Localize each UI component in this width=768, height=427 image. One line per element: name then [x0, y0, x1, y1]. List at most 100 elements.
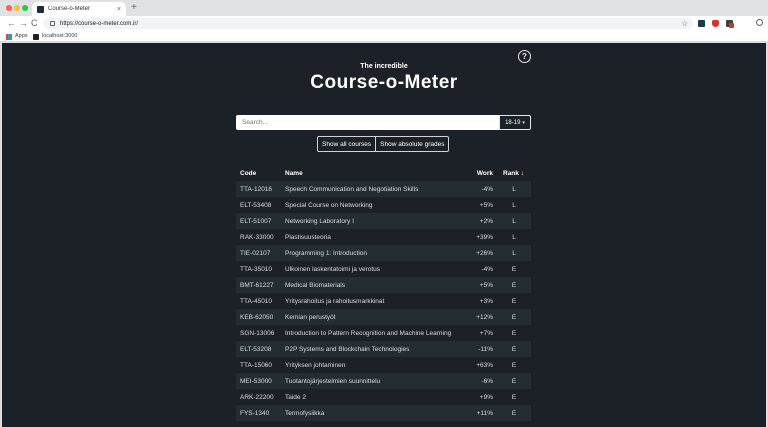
course-rank: E: [497, 341, 531, 357]
table-row[interactable]: BMT-61227 Medical Biomaterials +5% E: [236, 277, 531, 293]
help-button[interactable]: ?: [518, 50, 531, 63]
course-rank: L: [497, 197, 531, 213]
course-work: -6%: [467, 373, 497, 389]
column-header-code[interactable]: Code: [236, 165, 281, 181]
course-work: -4%: [467, 181, 497, 197]
course-name: Networking Laboratory I: [281, 213, 467, 229]
course-name: P2P Systems and Blockchain Technologies: [281, 341, 467, 357]
bookmark-label: Apps: [15, 33, 28, 39]
course-rank: L: [497, 181, 531, 197]
course-name: Taide 2: [281, 389, 467, 405]
course-code: ELT-51007: [236, 213, 281, 229]
column-header-work[interactable]: Work: [467, 165, 497, 181]
course-code: ELT-53208: [236, 341, 281, 357]
course-work: +11%: [467, 405, 497, 421]
extension-icon[interactable]: [698, 20, 705, 27]
year-dropdown-value: 18-19: [505, 119, 521, 126]
show-absolute-grades-button[interactable]: Show absolute grades: [376, 136, 450, 152]
bookmark-localhost[interactable]: localhost:3000: [33, 32, 77, 41]
course-name: Speech Communication and Negotiation Ski…: [281, 181, 467, 197]
minimize-window-button[interactable]: [14, 5, 20, 11]
table-row[interactable]: TTA-12016 Speech Communication and Negoti…: [236, 181, 531, 197]
course-name: Medical Biomaterials: [281, 277, 467, 293]
course-code: ELT-53408: [236, 197, 281, 213]
course-code: TTA-12016: [236, 181, 281, 197]
course-rank: L: [497, 213, 531, 229]
course-rank: E: [497, 309, 531, 325]
table-row[interactable]: ARK-22200 Taide 2 +9% E: [236, 389, 531, 405]
course-work: +63%: [467, 357, 497, 373]
table-row[interactable]: TTA-35010 Ulkoinen laskentatoimi ja verot…: [236, 261, 531, 277]
table-row[interactable]: ELT-51007 Networking Laboratory I +2% L: [236, 213, 531, 229]
column-header-name[interactable]: Name: [281, 165, 467, 181]
course-name: Introduction to Pattern Recognition and …: [281, 325, 467, 341]
page-content: ? The incredible Course-o-Meter 18-19 ▾ …: [2, 43, 766, 427]
course-code: FYS-1340: [236, 405, 281, 421]
show-all-courses-button[interactable]: Show all courses: [317, 136, 377, 152]
table-row[interactable]: RAK-33000 Plastisuusteoria +39% L: [236, 229, 531, 245]
close-window-button[interactable]: [6, 5, 12, 11]
new-tab-button[interactable]: +: [131, 2, 137, 14]
browser-window: Course-o-Meter × + ← → C https://course-…: [0, 0, 768, 427]
browser-menu-icon[interactable]: [756, 19, 763, 26]
course-work: +2%: [467, 213, 497, 229]
column-header-rank[interactable]: Rank ↓: [497, 165, 531, 181]
table-row[interactable]: ELT-53408 Special Course on Networking +5%…: [236, 197, 531, 213]
course-work: -11%: [467, 341, 497, 357]
url-text[interactable]: https://course-o-meter.com.ir/: [60, 21, 138, 27]
table-row[interactable]: ELT-53208 P2P Systems and Blockchain Tech…: [236, 341, 531, 357]
course-code: SGN-13006: [236, 325, 281, 341]
apps-grid-icon: [6, 33, 12, 40]
page-subtitle: The incredible: [360, 63, 408, 70]
course-rank: L: [497, 229, 531, 245]
courses-table: Code Name Work Rank ↓ TTA-12016 Speech Co…: [236, 165, 531, 421]
table-row[interactable]: TTA-45010 Yritysrahoitus ja rahoitusmarkk…: [236, 293, 531, 309]
page-title: Course-o-Meter: [310, 72, 458, 93]
course-rank: E: [497, 357, 531, 373]
course-name: Kemian perustyöt: [281, 309, 467, 325]
bookmark-apps[interactable]: Apps: [6, 32, 28, 41]
course-name: Ulkoinen laskentatoimi ja verotus: [281, 261, 467, 277]
course-work: +39%: [467, 229, 497, 245]
course-rank: E: [497, 405, 531, 421]
table-row[interactable]: FYS-1340 Termofysiikka +11% E: [236, 405, 531, 421]
browser-tab[interactable]: Course-o-Meter ×: [32, 2, 126, 16]
table-row[interactable]: TTA-15060 Yrityksen johtaminen +63% E: [236, 357, 531, 373]
tab-close-icon[interactable]: ×: [117, 6, 121, 13]
course-rank: E: [497, 389, 531, 405]
reload-icon[interactable]: C: [31, 17, 38, 30]
course-code: KEB-62050: [236, 309, 281, 325]
shield-extension-icon[interactable]: [712, 20, 719, 27]
bookmark-favicon-icon: [33, 33, 39, 40]
course-name: Tuotantojärjestelmien suunnittelu: [281, 373, 467, 389]
maximize-window-button[interactable]: [22, 5, 28, 11]
bookmark-label: localhost:3000: [42, 33, 78, 39]
course-work: +12%: [467, 309, 497, 325]
search-group: 18-19 ▾: [236, 115, 531, 130]
course-code: RAK-33000: [236, 229, 281, 245]
table-row[interactable]: KEB-62050 Kemian perustyöt +12% E: [236, 309, 531, 325]
browser-toolbar: ← → C https://course-o-meter.com.ir/ ☆: [0, 16, 768, 31]
course-rank: E: [497, 293, 531, 309]
course-rank: E: [497, 261, 531, 277]
course-rank: E: [497, 277, 531, 293]
address-bar[interactable]: https://course-o-meter.com.ir/: [43, 18, 693, 29]
course-work: +3%: [467, 293, 497, 309]
course-name: Yritysrahoitus ja rahoitusmarkkinat: [281, 293, 467, 309]
extension-badge-icon: [729, 23, 734, 28]
bookmark-star-icon[interactable]: ☆: [681, 17, 688, 30]
back-arrow-icon[interactable]: ←: [7, 17, 16, 30]
table-row[interactable]: SGN-13006 Introduction to Pattern Recogni…: [236, 325, 531, 341]
course-code: ARK-22200: [236, 389, 281, 405]
title-bar: Course-o-Meter × +: [0, 0, 768, 16]
search-input[interactable]: [236, 115, 499, 130]
table-row[interactable]: MEI-53000 Tuotantojärjestelmien suunnitte…: [236, 373, 531, 389]
table-row[interactable]: TIE-02107 Programming 1: Introduction +26%…: [236, 245, 531, 261]
course-rank: E: [497, 325, 531, 341]
course-code: MEI-53000: [236, 373, 281, 389]
year-dropdown[interactable]: 18-19 ▾: [499, 115, 531, 130]
course-name: Special Course on Networking: [281, 197, 467, 213]
course-rank: L: [497, 245, 531, 261]
forward-arrow-icon[interactable]: →: [19, 17, 28, 30]
course-name: Termofysiikka: [281, 405, 467, 421]
